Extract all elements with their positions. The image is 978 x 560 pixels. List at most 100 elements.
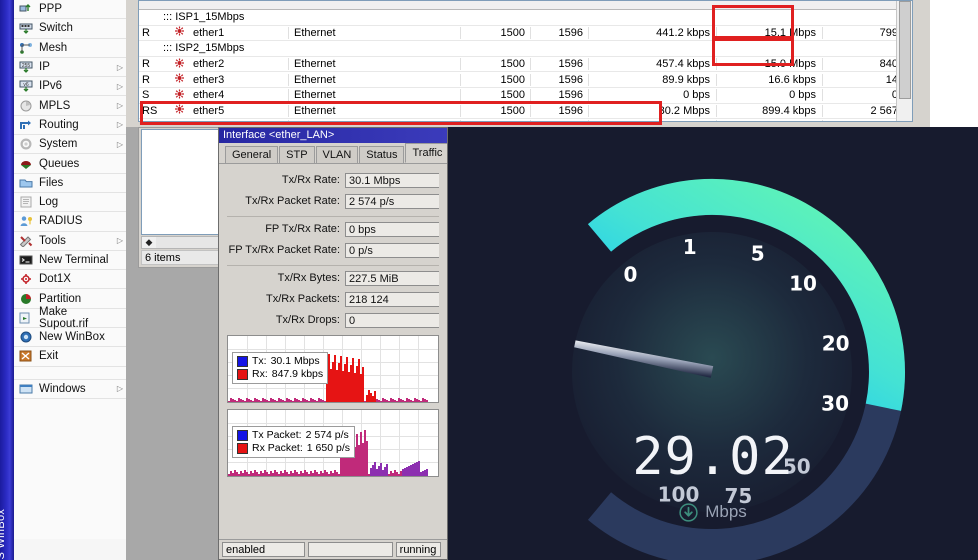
sidebar-item-log[interactable]: Log xyxy=(14,192,126,213)
sidebar-item-tools[interactable]: Tools ▷ xyxy=(14,231,126,251)
horizontal-scrollbar[interactable]: ◆ xyxy=(141,236,223,249)
cell-type: Ethernet xyxy=(289,104,461,117)
sidebar-item-make-supout-rif[interactable]: Make Supout.rif xyxy=(14,305,126,330)
interface-properties-dialog[interactable]: Interface <ether_LAN> General STP VLAN Stat… xyxy=(218,127,448,560)
sidebar-item-label: Routing xyxy=(39,118,79,131)
cell-rx: 15.1 Mbps xyxy=(717,26,823,39)
windows-icon xyxy=(18,382,34,396)
cell-mtu: 1500 xyxy=(461,120,531,121)
winbox-menu-list[interactable]: PPP Switch Mesh 255 IP ▷ v6 IPv6 ▷ MPLS ▷ Routing ▷ S… xyxy=(14,0,126,560)
cell-actual-mtu: 1596 xyxy=(531,104,589,117)
table-vertical-scrollbar[interactable] xyxy=(896,1,912,121)
value-fp-tx-rx-packet-rate[interactable]: 0 p/s xyxy=(345,242,439,258)
label-fp-tx-rx-rate: FP Tx/Rx Rate: xyxy=(265,223,340,235)
rate-graph-legend: Tx: 30.1 Mbps Rx: 847.9 kbps xyxy=(232,352,329,384)
sidebar-item-windows[interactable]: Windows ▷ xyxy=(14,379,126,399)
sidebar-item-new-winbox[interactable]: New WinBox xyxy=(14,328,126,348)
table-row[interactable]: Sether4 Ethernet 1500 1596 0 bps 0 bps 0 xyxy=(139,88,912,104)
table-body[interactable]: ::: ISP1_15Mbps Rether1 Ethernet 1500 1596 44… xyxy=(139,10,912,121)
sidebar-item-label: Dot1X xyxy=(39,273,71,286)
sidebar-item-label: Mesh xyxy=(39,41,68,54)
dialog-tabstrip[interactable]: General STP VLAN Status Traffic xyxy=(219,143,447,164)
field-row: FP Tx/Rx Rate: 0 bps xyxy=(219,220,447,238)
legend-rx-label: Rx: xyxy=(252,368,268,380)
table-header-row[interactable] xyxy=(139,1,912,10)
tab-vlan[interactable]: VLAN xyxy=(315,146,359,163)
legend-rx-packet-value: 1 650 p/s xyxy=(306,442,350,454)
speed-value: 29.02 xyxy=(632,427,794,487)
tab-stp[interactable]: STP xyxy=(279,146,315,163)
dialog-statusbar: enabled running xyxy=(219,539,447,559)
cell-actual-mtu: 1596 xyxy=(531,120,589,121)
tab-general[interactable]: General xyxy=(225,146,279,163)
item-count-label: 6 items xyxy=(141,250,223,265)
scroll-left-arrow[interactable]: ◆ xyxy=(142,237,156,248)
sidebar-item-ppp[interactable]: PPP xyxy=(14,0,126,20)
scroll-track[interactable] xyxy=(156,237,222,248)
cell-tx-packets: 2 574 xyxy=(823,120,907,121)
speed-unit-label: Mbps xyxy=(705,502,747,521)
cell-flag: RS xyxy=(142,104,158,117)
interface-table[interactable]: ::: ISP1_15Mbps Rether1 Ethernet 1500 1596 44… xyxy=(138,0,913,122)
sidebar-item-radius[interactable]: RADIUS xyxy=(14,212,126,232)
sidebar-item-routing[interactable]: Routing ▷ xyxy=(14,115,126,136)
sidebar-item-label: New WinBox xyxy=(39,331,105,344)
ethernet-icon xyxy=(165,89,193,102)
log-icon xyxy=(18,195,34,209)
sidebar-item-dot1x[interactable]: Dot1X xyxy=(14,270,126,290)
tab-traffic[interactable]: Traffic xyxy=(405,143,447,163)
scrollbar-thumb[interactable] xyxy=(899,1,911,99)
sidebar-item-label: Make Supout.rif xyxy=(39,305,89,330)
sidebar-item-exit[interactable]: Exit xyxy=(14,347,126,367)
value-fp-tx-rx-rate[interactable]: 0 bps xyxy=(345,221,439,237)
bridge-icon xyxy=(165,120,193,121)
sidebar-item-mesh[interactable]: Mesh xyxy=(14,38,126,58)
tab-status[interactable]: Status xyxy=(359,146,405,163)
cell-tx-packets: 14 xyxy=(823,73,907,86)
sidebar-item-mpls[interactable]: MPLS ▷ xyxy=(14,96,126,116)
table-row[interactable]: Rether1 Ethernet 1500 1596 441.2 kbps 15.1 Mb… xyxy=(139,26,912,42)
sidebar-item-label: Files xyxy=(39,176,64,189)
value-tx-rx-packets[interactable]: 218 124 xyxy=(345,291,439,307)
sidebar-item-switch[interactable]: Switch xyxy=(14,19,126,39)
cell-mtu: 1500 xyxy=(461,73,531,86)
cell-type: Ethernet xyxy=(289,73,461,86)
cell-tx-packets: 840 xyxy=(823,58,907,71)
ppp-icon xyxy=(18,2,34,16)
dialog-titlebar[interactable]: Interface <ether_LAN> xyxy=(219,128,447,143)
field-separator xyxy=(227,216,439,217)
cell-type: Ethernet xyxy=(289,26,461,39)
sidebar-item-label: MPLS xyxy=(39,99,71,112)
table-row[interactable]: Rether2 Ethernet 1500 1596 457.4 kbps 15.0 Mb… xyxy=(139,57,912,73)
value-tx-rx-rate[interactable]: 30.1 Mbps xyxy=(345,172,439,188)
cell-tx-packets: 0 xyxy=(823,89,907,102)
cell-flag: R xyxy=(142,58,150,71)
table-row[interactable]: Rether3 Ethernet 1500 1596 89.9 kbps 16.6 kbp… xyxy=(139,72,912,88)
sidebar-item-queues[interactable]: Queues xyxy=(14,154,126,174)
dialog-fields[interactable]: Tx/Rx Rate: 30.1 Mbps Tx/Rx Packet Rate: 2 … xyxy=(219,164,447,329)
interface-list-footer-panel: ◆ 6 items xyxy=(138,127,226,268)
table-comment-row[interactable]: ::: ISP1_15Mbps xyxy=(139,10,912,26)
cell-name: ether5 xyxy=(193,104,289,117)
table-row[interactable]: Rether_LANBridge1500159630.1 Mbps847.9 k… xyxy=(139,119,912,121)
sidebar-item-new-terminal[interactable]: New Terminal xyxy=(14,250,126,271)
comment-text: ::: ISP2_15Mbps xyxy=(163,42,245,55)
sidebar-item-ip[interactable]: 255 IP ▷ xyxy=(14,57,126,78)
sidebar-item-files[interactable]: Files xyxy=(14,173,126,193)
cell-name: ether1 xyxy=(193,26,289,39)
legend-swatch-rx xyxy=(237,369,248,380)
sidebar-item-system[interactable]: System ▷ xyxy=(14,135,126,155)
value-tx-rx-drops[interactable]: 0 xyxy=(345,312,439,328)
graph-bar xyxy=(366,441,368,476)
cell-tx: 457.4 kbps xyxy=(589,58,717,71)
table-comment-row[interactable]: ::: ISP2_15Mbps xyxy=(139,41,912,57)
sidebar-item-ipv6[interactable]: v6 IPv6 ▷ xyxy=(14,77,126,97)
new-winbox-icon xyxy=(18,330,34,344)
value-tx-rx-packet-rate[interactable]: 2 574 p/s xyxy=(345,193,439,209)
table-row[interactable]: RS ether5 Ethernet 1500 1596 30.2 Mbps 899.4 k… xyxy=(139,104,912,120)
gauge-tick-20: 20 xyxy=(822,331,850,355)
mpls-icon xyxy=(18,99,34,113)
chevron-right-icon: ▷ xyxy=(116,139,124,149)
value-tx-rx-bytes[interactable]: 227.5 MiB xyxy=(345,270,439,286)
cell-flag: R xyxy=(142,26,150,39)
